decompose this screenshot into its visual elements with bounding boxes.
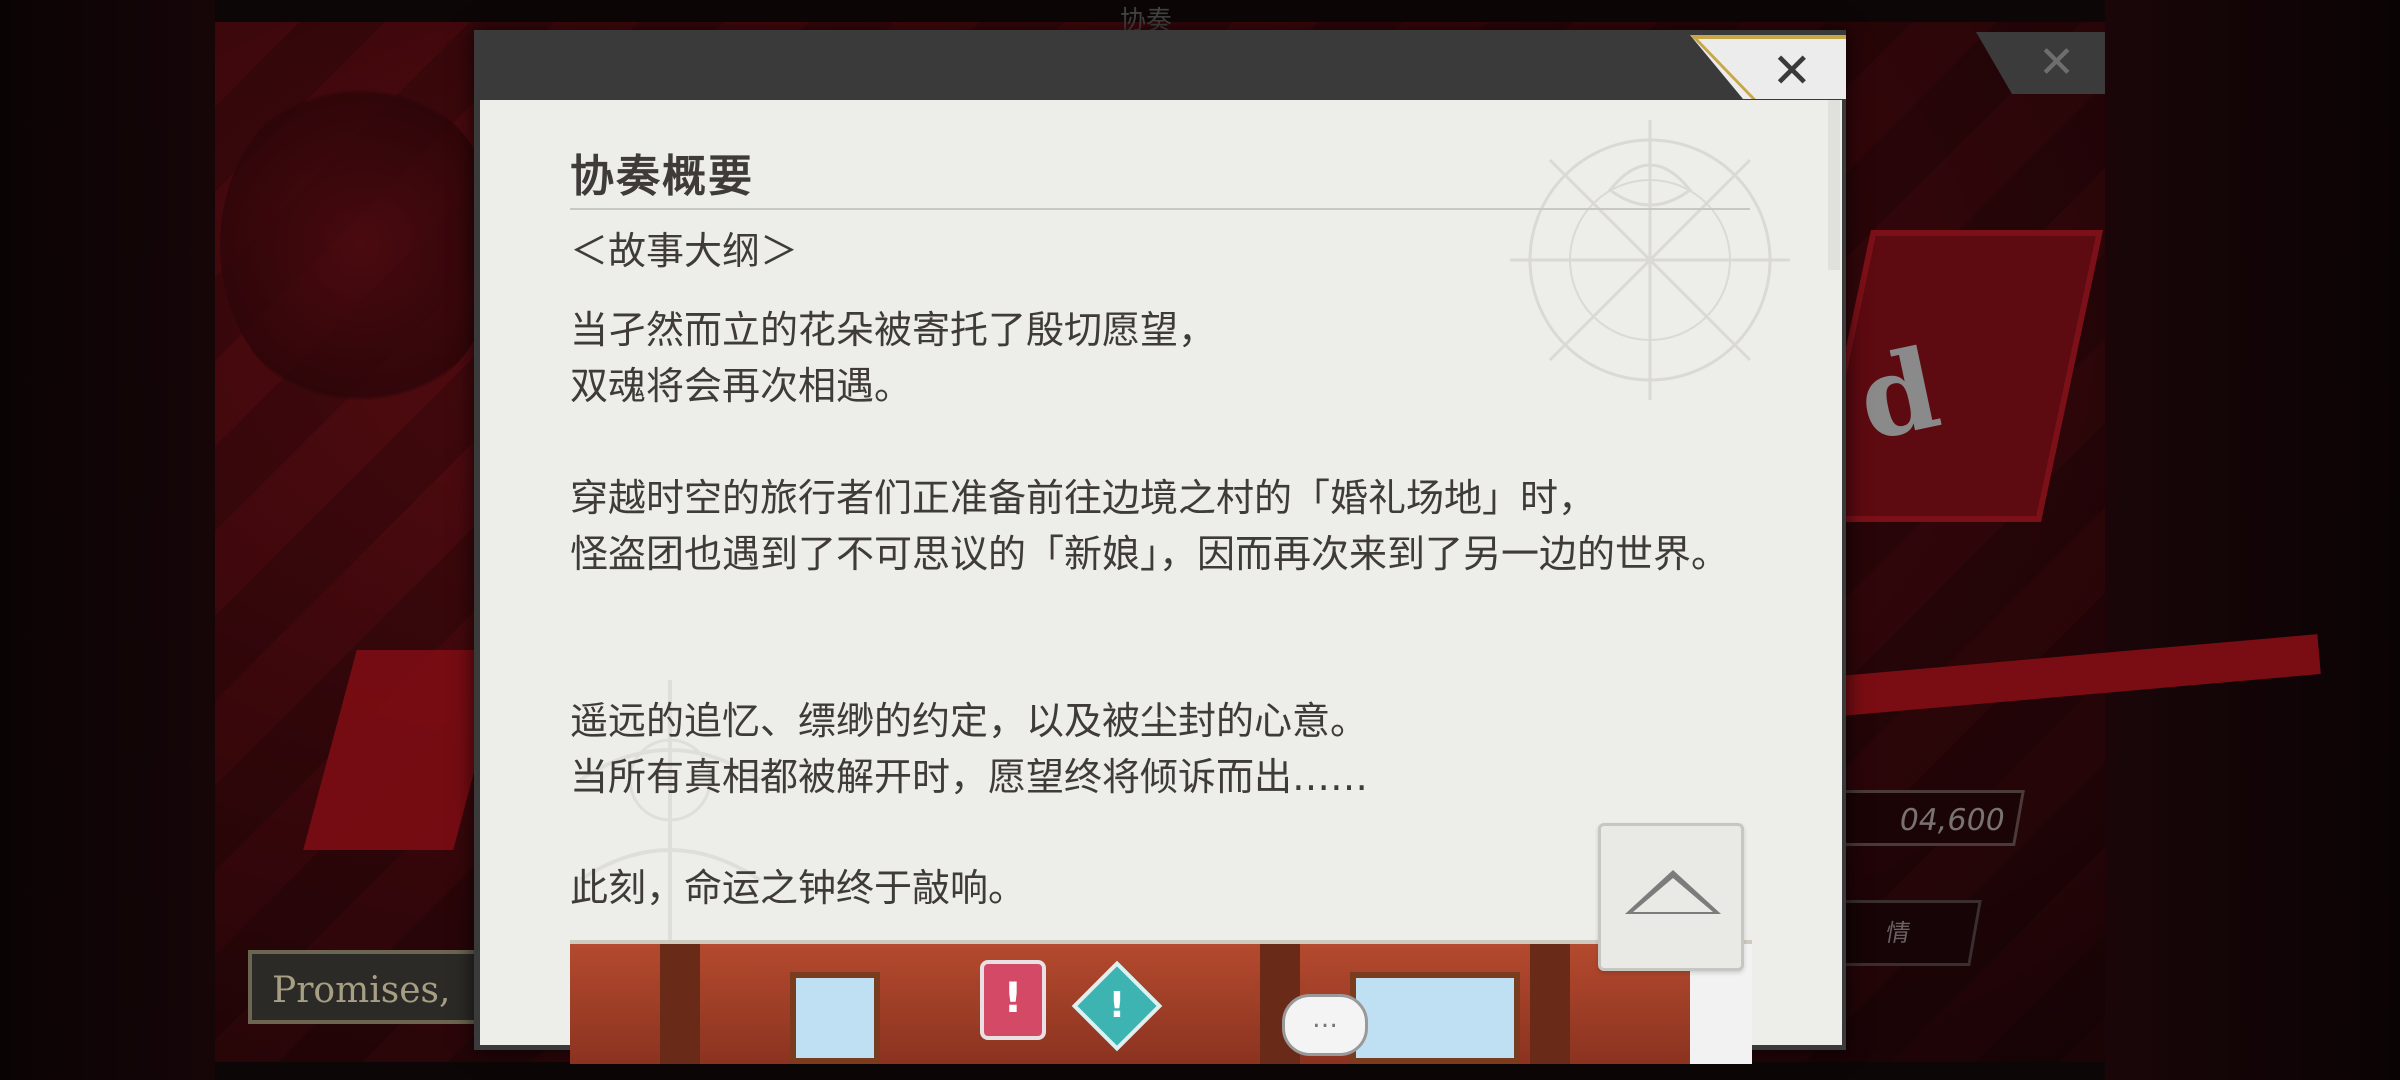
scrollbar-thumb[interactable] — [1828, 100, 1840, 270]
dialog-title: 协奏概要 — [570, 140, 1750, 210]
close-icon[interactable]: ✕ — [1772, 43, 1812, 99]
scroll-to-top-button[interactable] — [1598, 823, 1744, 971]
background-right — [2105, 0, 2400, 1080]
banner-beam — [660, 944, 700, 1064]
story-paragraph-1: 当孑然而立的花朵被寄托了殷切愿望， 双魂将会再次相遇。 — [570, 308, 1217, 408]
background-character-art — [220, 80, 500, 410]
story-paragraph-2: 穿越时空的旅行者们正准备前往边境之村的「婚礼场地」时， 怪盗团也遇到了不可思议的… — [570, 476, 1730, 576]
story-paragraph-4: 此刻，命运之钟终于敲响。 — [570, 866, 1027, 910]
event-banner-image: ! ! … — [570, 940, 1752, 1064]
banner-window — [790, 972, 880, 1064]
chevron-up-icon[interactable] — [1625, 870, 1721, 914]
banner-beam — [1530, 944, 1570, 1064]
background-promises-banner: Promises, — [248, 950, 488, 1024]
story-outline-label: ＜故事大纲＞ — [570, 229, 799, 273]
story-paragraph-3: 遥远的追忆、缥缈的约定，以及被尘封的心意。 当所有真相都被解开时，愿望终将倾诉而… — [570, 699, 1369, 799]
alert-badge-icon: ! — [980, 960, 1046, 1040]
background-score: 04,600 — [1825, 790, 2025, 846]
banner-window — [1350, 972, 1520, 1064]
background-left — [0, 0, 215, 1080]
speech-bubble-icon: … — [1282, 994, 1368, 1056]
alert-badge-label: ! — [1108, 985, 1126, 1026]
